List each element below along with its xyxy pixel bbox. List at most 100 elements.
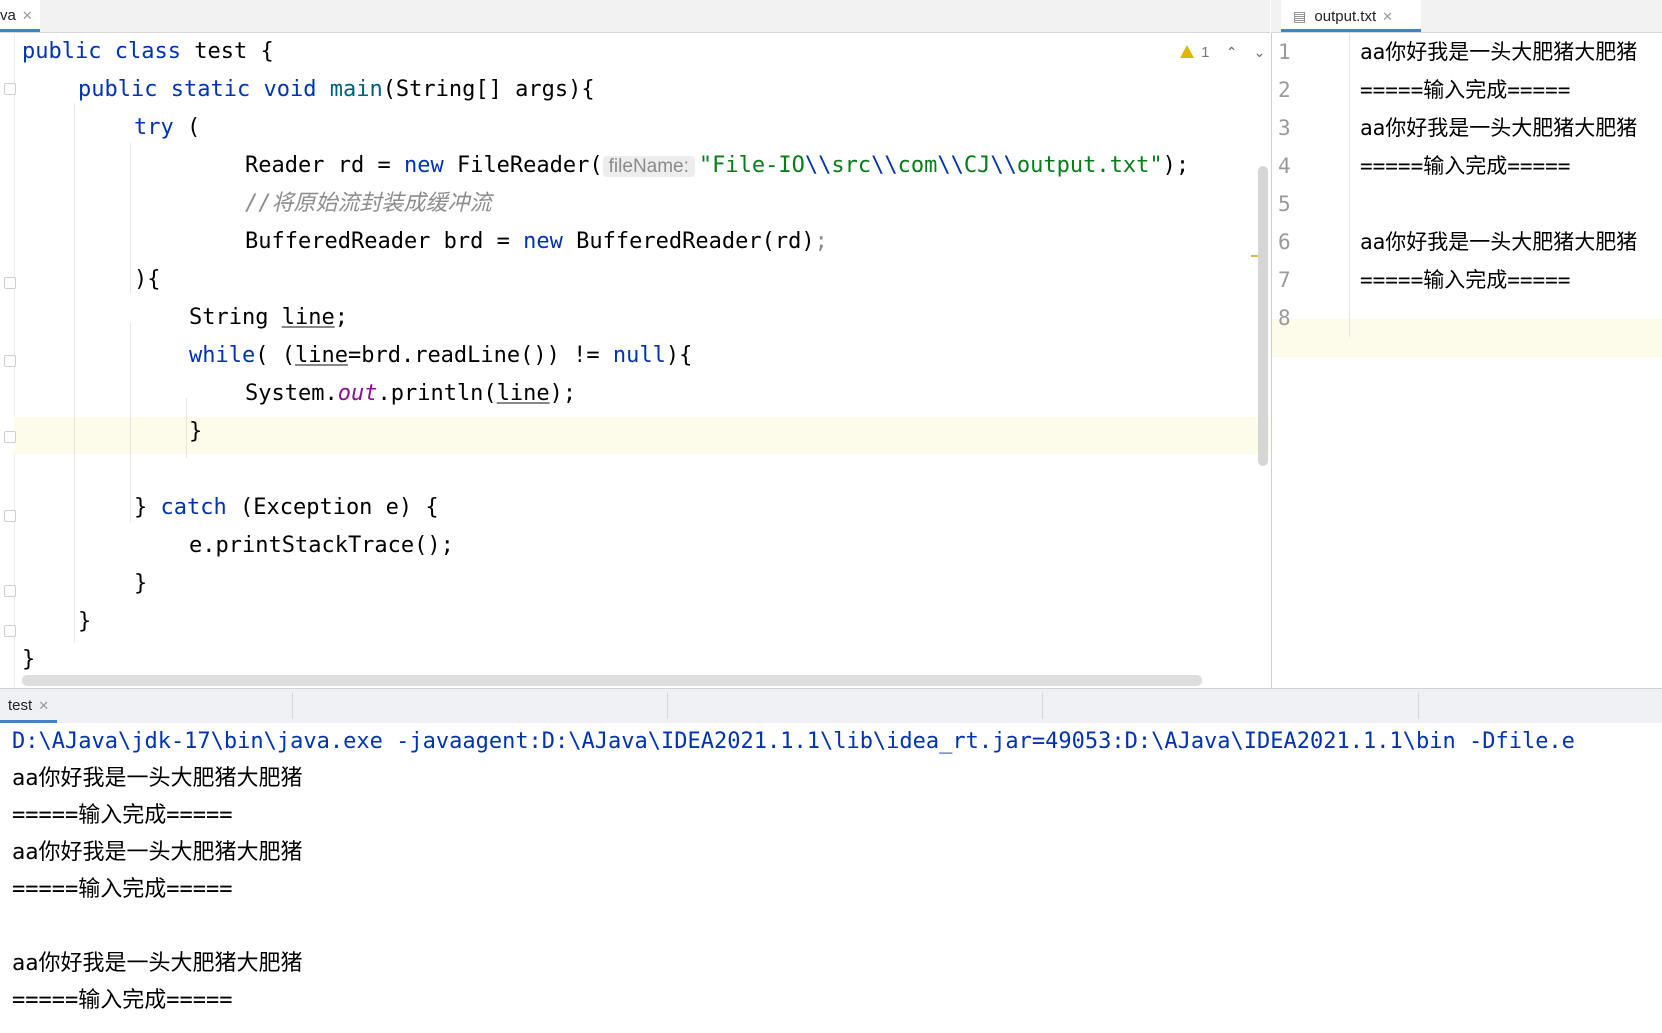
keyword: null (612, 343, 666, 368)
console-output-line: aa你好我是一头大肥猪大肥猪 (12, 766, 303, 791)
keyword: new (403, 153, 444, 178)
tab-divider (1418, 693, 1419, 719)
line-number: 8 (1272, 299, 1350, 337)
string-literal: src (831, 153, 872, 178)
keyword: class (114, 39, 181, 64)
line-number: 1 (1272, 33, 1350, 71)
vertical-scrollbar[interactable] (1258, 166, 1268, 466)
fold-marker[interactable] (4, 510, 16, 522)
fold-marker[interactable] (4, 625, 16, 637)
console-output-line: =====输入完成===== (12, 877, 233, 902)
indent-guide (186, 398, 187, 458)
output-tab-bar: ▤ output.txt ✕ (1271, 0, 1662, 33)
code-text: e.printStackTrace(); (189, 533, 454, 558)
escape-sequence: \\ (937, 153, 964, 178)
keyword: new (523, 229, 563, 254)
run-tab-test[interactable]: test ✕ (0, 689, 58, 723)
code-text: ( ( (255, 343, 295, 368)
code-line-13: } catch (Exception e) { (134, 489, 439, 527)
output-file-line: aa你好我是一头大肥猪大肥猪 (1360, 230, 1638, 254)
variable: line (496, 381, 550, 406)
static-field: out (337, 381, 378, 406)
code-text: ); (1162, 153, 1190, 178)
code-line-1: public class test { (22, 33, 274, 71)
console-output-line: aa你好我是一头大肥猪大肥猪 (12, 951, 303, 976)
code-line-17: } (22, 641, 35, 679)
code-line-6: BufferedReader brd = new BufferedReader(… (245, 223, 828, 261)
output-file-line: =====输入完成===== (1360, 78, 1571, 102)
fold-marker[interactable] (4, 83, 16, 95)
indent-guide (74, 103, 75, 643)
code-text: FileReader( (443, 153, 603, 178)
warning-icon (1180, 45, 1194, 58)
file-icon: ▤ (1293, 8, 1307, 24)
tab-divider (292, 693, 293, 719)
indent-guide (130, 143, 131, 293)
horizontal-scrollbar[interactable] (22, 675, 1202, 686)
code-text: System. (245, 381, 338, 406)
chevron-down-icon[interactable]: ⌄ (1254, 44, 1266, 60)
code-line-4: Reader rd = new FileReader(fileName: "Fil… (245, 147, 1189, 185)
tab-label: va (0, 7, 16, 24)
escape-sequence: \\ (804, 153, 832, 178)
line-number: 4 (1272, 147, 1350, 185)
code-text: =brd.readLine()) != (347, 343, 613, 368)
code-text: ){ (665, 343, 693, 368)
output-file-line: =====输入完成===== (1360, 154, 1571, 178)
console-output-line: aa你好我是一头大肥猪大肥猪 (12, 840, 303, 865)
escape-sequence: \\ (871, 153, 898, 178)
output-file-line: =====输入完成===== (1360, 268, 1571, 292)
code-editor[interactable]: public class test { public static void m… (0, 33, 1270, 688)
string-literal: com (897, 153, 938, 178)
code-text: .println( (377, 381, 497, 406)
run-console[interactable]: D:\AJava\jdk-17\bin\java.exe -javaagent:… (0, 723, 1662, 1033)
code-line-10: System.out.println(line); (245, 375, 576, 413)
line-number: 5 (1272, 185, 1350, 223)
tab-output-txt[interactable]: ▤ output.txt ✕ (1281, 0, 1421, 32)
tab-label: test (8, 697, 33, 714)
method-name: main (329, 77, 383, 102)
output-file-editor[interactable]: 1 aa你好我是一头大肥猪大肥猪 2 =====输入完成===== 3 aa你好我是一头大… (1271, 33, 1662, 688)
code-line-9: while( (line=brd.readLine()) != null){ (189, 337, 692, 375)
parameter-hint: fileName: (602, 156, 695, 177)
code-text: } (189, 419, 203, 444)
close-icon[interactable]: ✕ (38, 698, 49, 713)
keyword: public (22, 39, 102, 64)
code-text: ); (549, 381, 577, 406)
code-text: BufferedReader brd = (245, 229, 524, 254)
code-text: String (189, 305, 282, 330)
code-line-5: //将原始流封装成缓冲流 (245, 185, 492, 223)
keyword: try (134, 115, 174, 140)
code-text: BufferedReader(rd) (562, 229, 815, 254)
code-text: } (78, 609, 92, 634)
inspection-widget[interactable]: 1 ⌃ ⌄ (1180, 41, 1265, 63)
close-icon[interactable]: ✕ (1382, 9, 1393, 24)
warning-count: 1 (1201, 44, 1210, 61)
code-text: ; (814, 229, 828, 254)
tab-test-java[interactable]: va ✕ (0, 0, 40, 32)
code-text: } (22, 647, 36, 672)
fold-marker[interactable] (4, 431, 16, 443)
keyword: void (263, 77, 317, 102)
code-text: ; (334, 305, 348, 330)
code-line-2: public static void main(String[] args){ (78, 71, 595, 109)
escape-sequence: \\ (990, 153, 1017, 178)
variable: line (281, 305, 335, 330)
fold-marker[interactable] (4, 355, 16, 367)
variable: line (294, 343, 348, 368)
keyword: while (189, 343, 256, 368)
tab-divider (667, 693, 668, 719)
comment: //将原始流封装成缓冲流 (245, 191, 492, 216)
current-line-highlight (14, 417, 1270, 454)
line-number: 6 (1272, 223, 1350, 261)
console-command-line: D:\AJava\jdk-17\bin\java.exe -javaagent:… (12, 729, 1575, 754)
line-number: 3 (1272, 109, 1350, 147)
line-number: 7 (1272, 261, 1350, 299)
string-literal: "File-IO (698, 153, 805, 178)
chevron-up-icon[interactable]: ⌃ (1226, 44, 1238, 60)
fold-marker[interactable] (4, 585, 16, 597)
string-literal: output.txt" (1016, 153, 1163, 178)
fold-marker[interactable] (4, 277, 16, 289)
code-text: (String[] args){ (382, 77, 595, 102)
close-icon[interactable]: ✕ (22, 8, 33, 23)
